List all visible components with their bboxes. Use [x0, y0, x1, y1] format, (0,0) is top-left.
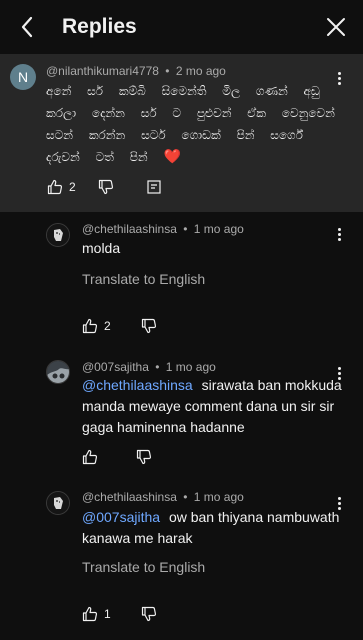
avatar-image: [47, 492, 69, 514]
dislike-button[interactable]: [141, 318, 157, 334]
like-button[interactable]: 2: [82, 318, 111, 334]
translate-link[interactable]: Translate to English: [82, 271, 205, 287]
thumbs-up-icon: [82, 449, 98, 465]
mention-link[interactable]: @007sajitha: [82, 509, 160, 525]
comment-meta: @007sajitha • 1 mo ago: [82, 360, 216, 374]
avatar[interactable]: [46, 223, 70, 247]
comment-author[interactable]: @007sajitha: [82, 360, 149, 374]
comment-text: @007sajitha ow ban thiyana nambuwath kan…: [82, 507, 344, 549]
more-vert-icon: [337, 71, 341, 75]
comment-actions: 1: [82, 606, 157, 622]
thumbs-up-icon: [82, 606, 98, 622]
avatar[interactable]: [46, 491, 70, 515]
comment-author[interactable]: @chethilaashinsa: [82, 222, 177, 236]
reply-comment-icon: [147, 180, 161, 194]
page-title: Replies: [62, 15, 137, 38]
thumbs-down-icon: [141, 606, 156, 622]
comment-time: 1 mo ago: [165, 360, 216, 374]
thumbs-down-icon: [136, 449, 152, 465]
comment-author[interactable]: @nilanthikumari4778: [46, 64, 159, 78]
close-icon: [327, 18, 345, 36]
thumbs-up-icon: [47, 179, 63, 195]
avatar[interactable]: N: [10, 64, 36, 90]
dislike-button[interactable]: [141, 606, 157, 622]
comment-text: අනේ සර් කම්බි සිමෙන්ති මිල ගණන් අඩු කරලා…: [46, 80, 346, 168]
comment-text: @chethilaashinsa sirawata ban mokkuda ma…: [82, 375, 344, 438]
comment-body: අනේ සර් කම්බි සිමෙන්ති මිල ගණන් අඩු කරලා…: [46, 84, 335, 164]
close-button[interactable]: [323, 14, 349, 40]
comment-text: molda: [82, 238, 344, 259]
comment-actions: 2: [82, 318, 157, 334]
heart-emoji: ❤️: [163, 149, 181, 165]
avatar-image: [47, 224, 69, 246]
mention-link[interactable]: @chethilaashinsa: [82, 377, 193, 393]
avatar-image: [47, 361, 69, 383]
dislike-button[interactable]: [98, 179, 114, 195]
chevron-left-icon: [21, 16, 33, 38]
like-button[interactable]: [82, 449, 98, 465]
thumbs-up-icon: [82, 318, 98, 334]
comment-meta: @nilanthikumari4778 • 2 mo ago: [46, 64, 226, 78]
thumbs-down-icon: [98, 179, 113, 195]
comment-body: molda: [82, 240, 121, 256]
like-button[interactable]: 1: [82, 606, 111, 622]
like-count: 2: [104, 319, 111, 333]
avatar[interactable]: [46, 360, 70, 384]
more-vert-icon: [337, 227, 341, 231]
like-count: 1: [104, 607, 111, 621]
comment-time: 1 mo ago: [193, 490, 244, 504]
meta-separator: •: [155, 360, 160, 374]
translate-link[interactable]: Translate to English: [82, 559, 205, 575]
comment-meta: @chethilaashinsa • 1 mo ago: [82, 490, 244, 504]
comment-actions: [82, 449, 152, 465]
more-vert-icon: [337, 496, 341, 500]
meta-separator: •: [183, 490, 188, 504]
comment-meta: @chethilaashinsa • 1 mo ago: [82, 222, 244, 236]
reply-button[interactable]: [147, 180, 161, 194]
parent-comment: N @nilanthikumari4778 • 2 mo ago අනේ සර්…: [0, 54, 363, 212]
comment-time: 2 mo ago: [175, 64, 226, 78]
comment-time: 1 mo ago: [193, 222, 244, 236]
meta-separator: •: [165, 64, 170, 78]
back-button[interactable]: [14, 14, 40, 40]
dislike-button[interactable]: [136, 449, 152, 465]
comment-actions: 2: [47, 179, 161, 195]
replies-header: Replies: [0, 0, 363, 54]
comment-author[interactable]: @chethilaashinsa: [82, 490, 177, 504]
more-vert-icon: [337, 366, 341, 370]
thumbs-down-icon: [141, 318, 156, 334]
like-count: 2: [69, 180, 76, 194]
meta-separator: •: [183, 222, 188, 236]
like-button[interactable]: 2: [47, 179, 76, 195]
